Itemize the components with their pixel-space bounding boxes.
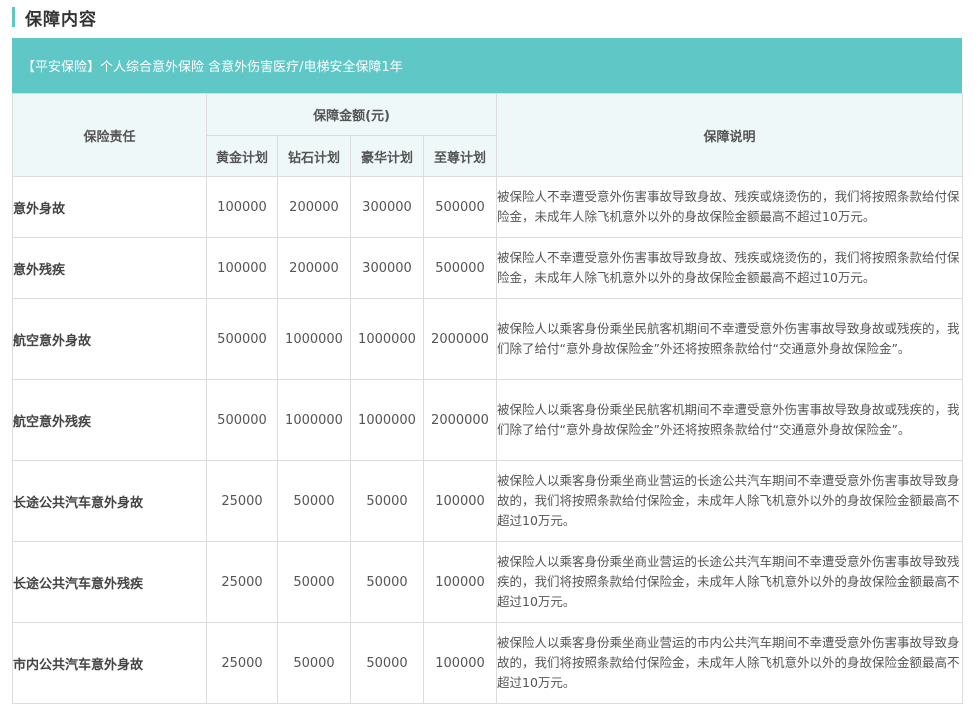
header-plan-supreme: 至尊计划 <box>422 135 498 177</box>
row-amount-gold: 100000 <box>206 237 278 299</box>
row-amount-diamond: 50000 <box>277 541 351 623</box>
row-description: 被保险人以乘客身份乘坐民航客机期间不幸遭受意外伤害事故导致身故或残疾的，我们除了… <box>496 298 964 380</box>
header-plan-luxury: 豪华计划 <box>350 135 424 177</box>
header-amount: 保障金额(元) <box>205 93 498 136</box>
table-row: 航空意外残疾 500000 1000000 1000000 2000000 被保… <box>12 379 964 461</box>
row-description: 被保险人以乘客身份乘坐商业营运的长途公共汽车期间不幸遭受意外伤害事故导致身故的，… <box>496 460 964 542</box>
row-responsibility: 意外身故 <box>12 176 207 238</box>
row-amount-diamond: 200000 <box>277 176 351 238</box>
row-amount-luxury: 300000 <box>350 237 424 299</box>
header-description: 保障说明 <box>496 93 964 177</box>
row-amount-luxury: 1000000 <box>350 379 424 461</box>
section-accent-bar <box>12 7 15 27</box>
row-amount-supreme: 100000 <box>422 541 498 623</box>
row-description: 被保险人不幸遭受意外伤害事故导致身故、残疾或烧烫伤的，我们将按照条款给付保险金，… <box>496 176 964 238</box>
product-title-banner: 【平安保险】个人综合意外保险 含意外伤害医疗/电梯安全保障1年 <box>12 38 962 93</box>
row-amount-diamond: 1000000 <box>277 298 351 380</box>
row-amount-supreme: 100000 <box>422 460 498 542</box>
row-amount-luxury: 50000 <box>350 541 424 623</box>
row-responsibility: 长途公共汽车意外身故 <box>12 460 207 542</box>
section-title: 保障内容 <box>25 9 97 30</box>
table-row: 长途公共汽车意外身故 25000 50000 50000 100000 被保险人… <box>12 460 964 542</box>
product-title: 【平安保险】个人综合意外保险 含意外伤害医疗/电梯安全保障1年 <box>22 60 403 75</box>
row-amount-luxury: 1000000 <box>350 298 424 380</box>
row-amount-supreme: 500000 <box>422 237 498 299</box>
row-amount-gold: 500000 <box>206 379 278 461</box>
table-row: 市内公共汽车意外身故 25000 50000 50000 100000 被保险人… <box>12 622 964 704</box>
table-row: 意外身故 100000 200000 300000 500000 被保险人不幸遭… <box>12 176 964 238</box>
table-row: 意外残疾 100000 200000 300000 500000 被保险人不幸遭… <box>12 237 964 299</box>
row-responsibility: 市内公共汽车意外身故 <box>12 622 207 704</box>
row-amount-gold: 25000 <box>206 622 278 704</box>
row-amount-diamond: 50000 <box>277 622 351 704</box>
row-responsibility: 意外残疾 <box>12 237 207 299</box>
row-amount-supreme: 2000000 <box>422 298 498 380</box>
row-amount-gold: 25000 <box>206 541 278 623</box>
row-amount-gold: 25000 <box>206 460 278 542</box>
section-header: 保障内容 <box>12 6 97 30</box>
table-row: 长途公共汽车意外残疾 25000 50000 50000 100000 被保险人… <box>12 541 964 623</box>
row-amount-luxury: 50000 <box>350 622 424 704</box>
row-amount-supreme: 500000 <box>422 176 498 238</box>
row-responsibility: 长途公共汽车意外残疾 <box>12 541 207 623</box>
header-plan-diamond: 钻石计划 <box>277 135 351 177</box>
row-description: 被保险人以乘客身份乘坐商业营运的长途公共汽车期间不幸遭受意外伤害事故导致残疾的，… <box>496 541 964 623</box>
row-amount-luxury: 50000 <box>350 460 424 542</box>
header-responsibility: 保险责任 <box>12 93 207 177</box>
coverage-table: 保险责任 保障金额(元) 保障说明 黄金计划 钻石计划 豪华计划 至尊计划 意外… <box>12 93 964 704</box>
row-amount-gold: 500000 <box>206 298 278 380</box>
row-description: 被保险人不幸遭受意外伤害事故导致身故、残疾或烧烫伤的，我们将按照条款给付保险金，… <box>496 237 964 299</box>
row-amount-gold: 100000 <box>206 176 278 238</box>
row-description: 被保险人以乘客身份乘坐商业营运的市内公共汽车期间不幸遭受意外伤害事故导致身故的，… <box>496 622 964 704</box>
header-plan-gold: 黄金计划 <box>206 135 278 177</box>
row-amount-diamond: 50000 <box>277 460 351 542</box>
row-amount-diamond: 1000000 <box>277 379 351 461</box>
row-amount-diamond: 200000 <box>277 237 351 299</box>
table-row: 航空意外身故 500000 1000000 1000000 2000000 被保… <box>12 298 964 380</box>
row-amount-supreme: 2000000 <box>422 379 498 461</box>
row-amount-luxury: 300000 <box>350 176 424 238</box>
row-responsibility: 航空意外残疾 <box>12 379 207 461</box>
row-description: 被保险人以乘客身份乘坐民航客机期间不幸遭受意外伤害事故导致身故或残疾的，我们除了… <box>496 379 964 461</box>
row-responsibility: 航空意外身故 <box>12 298 207 380</box>
row-amount-supreme: 100000 <box>422 622 498 704</box>
